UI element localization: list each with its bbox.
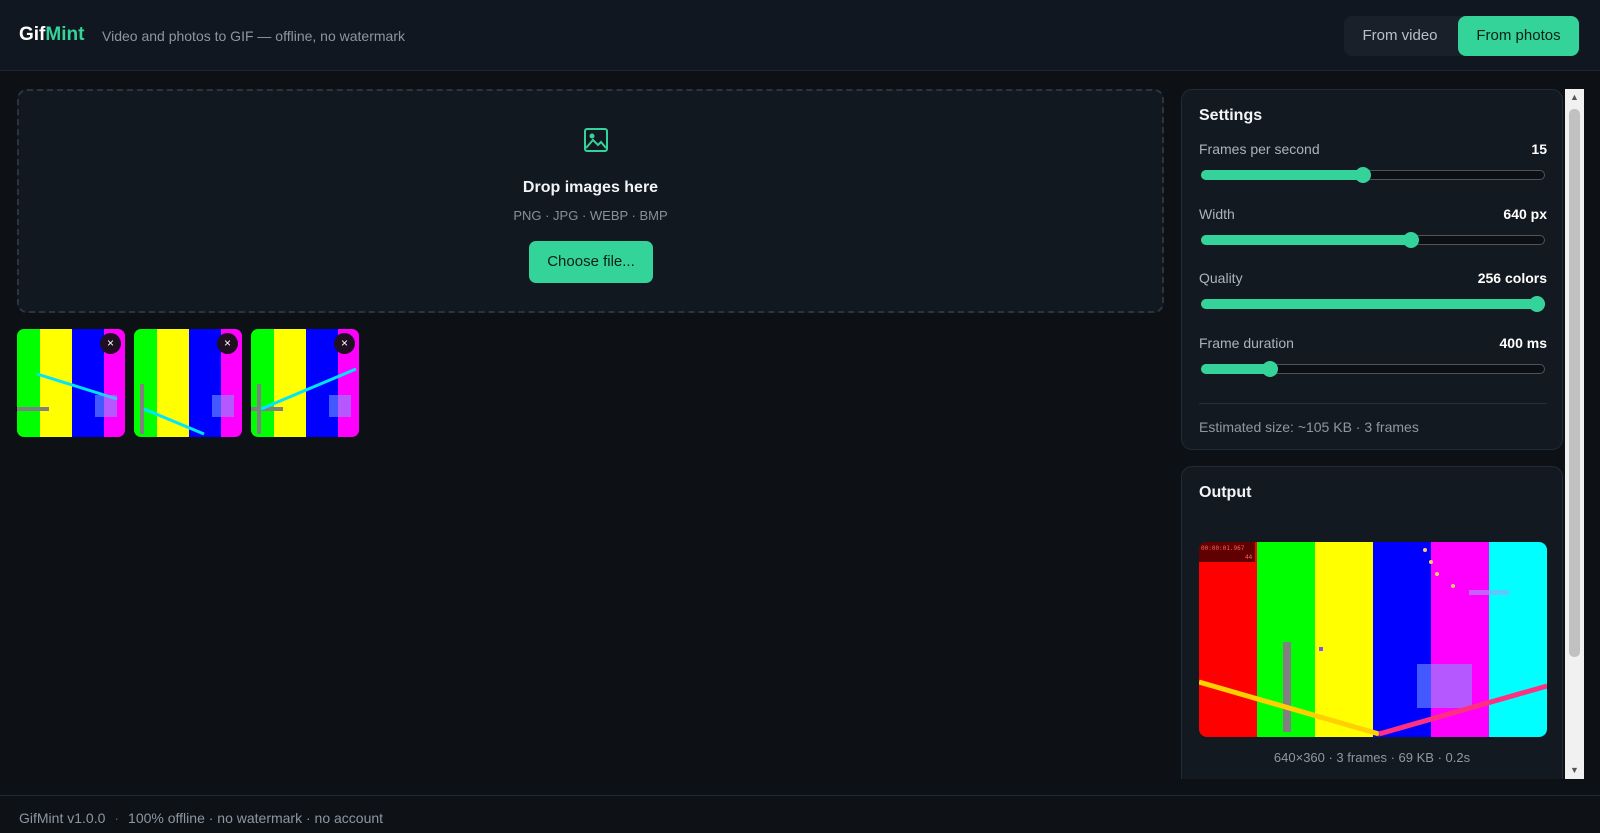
dropzone-title: Drop images here [522, 179, 659, 196]
settings-title: Settings [1199, 107, 1263, 124]
fps-value: 15 [1531, 141, 1547, 157]
footer-text: GifMint v1.0.0 · 100% offline · no waterma… [19, 810, 383, 826]
width-value: 640 px [1503, 206, 1547, 222]
width-label: Width [1199, 206, 1235, 222]
settings-panel: Settings Frames per second 15 Width 640 … [1181, 89, 1563, 450]
remove-frame-button[interactable]: × [100, 333, 121, 354]
output-caption: 640×360 · 3 frames · 69 KB · 0.2s [1273, 750, 1471, 765]
slider-handle[interactable] [1261, 361, 1278, 377]
thumbnail-frame-3[interactable]: × [251, 329, 359, 437]
thumbnail-frame-2[interactable]: × [134, 329, 242, 437]
thumbnail-frame-1[interactable]: × [17, 329, 125, 437]
image-dropzone[interactable]: Drop images here PNG · JPG · WEBP · BMP … [17, 89, 1164, 313]
frame-number-overlay: 44 [1245, 554, 1253, 561]
scroll-up-arrow[interactable]: ▲ [1565, 89, 1584, 106]
app-logo: GifMint [19, 24, 85, 45]
slider-handle[interactable] [1529, 296, 1545, 312]
width-slider[interactable] [1199, 232, 1547, 248]
quality-value: 256 colors [1477, 270, 1547, 286]
image-icon [583, 127, 609, 153]
output-panel: Output 00:00:01.967 44 640×360 · 3 frame… [1181, 466, 1563, 779]
output-title: Output [1199, 484, 1252, 501]
scrollbar-thumb[interactable] [1569, 109, 1580, 657]
app-tagline: Video and photos to GIF — offline, no wa… [102, 28, 405, 44]
output-gif-image: 00:00:01.967 44 [1199, 542, 1547, 737]
app-header: GifMint Video and photos to GIF — offlin… [0, 0, 1600, 71]
slider-fill [1201, 235, 1411, 245]
slider-fill [1201, 299, 1545, 309]
slider-handle[interactable] [1402, 232, 1419, 248]
sidebar-scrollbar[interactable]: ▲ ▼ [1565, 89, 1584, 779]
duration-value: 400 ms [1499, 335, 1547, 351]
estimated-size: Estimated size: ~105 KB · 3 frames [1199, 419, 1419, 435]
quality-slider[interactable] [1199, 296, 1547, 312]
mode-toggle: From video From photos [1344, 16, 1580, 56]
fps-label: Frames per second [1199, 141, 1320, 157]
app-footer: GifMint v1.0.0 · 100% offline · no waterma… [0, 795, 1600, 833]
footer-separator: · [114, 810, 120, 826]
slider-fill [1201, 170, 1363, 180]
from-photos-button[interactable]: From photos [1458, 16, 1579, 56]
quality-label: Quality [1199, 270, 1243, 286]
dropzone-formats: PNG · JPG · WEBP · BMP [513, 208, 668, 223]
timecode-overlay: 00:00:01.967 [1201, 545, 1245, 552]
slider-handle[interactable] [1354, 167, 1371, 183]
sidebar: Settings Frames per second 15 Width 640 … [1181, 89, 1564, 779]
scroll-down-arrow[interactable]: ▼ [1565, 762, 1584, 779]
from-video-button[interactable]: From video [1344, 16, 1456, 56]
settings-divider [1199, 403, 1547, 404]
duration-label: Frame duration [1199, 335, 1294, 351]
output-gif-preview[interactable]: 00:00:01.967 44 [1199, 542, 1547, 737]
remove-frame-button[interactable]: × [334, 333, 355, 354]
duration-slider[interactable] [1199, 361, 1547, 377]
footer-version: GifMint v1.0.0 [19, 810, 106, 826]
remove-frame-button[interactable]: × [217, 333, 238, 354]
slider-fill [1201, 364, 1270, 374]
choose-file-button[interactable]: Choose file... [529, 241, 653, 283]
footer-note: 100% offline · no watermark · no account [128, 810, 384, 826]
fps-slider[interactable] [1199, 167, 1547, 183]
